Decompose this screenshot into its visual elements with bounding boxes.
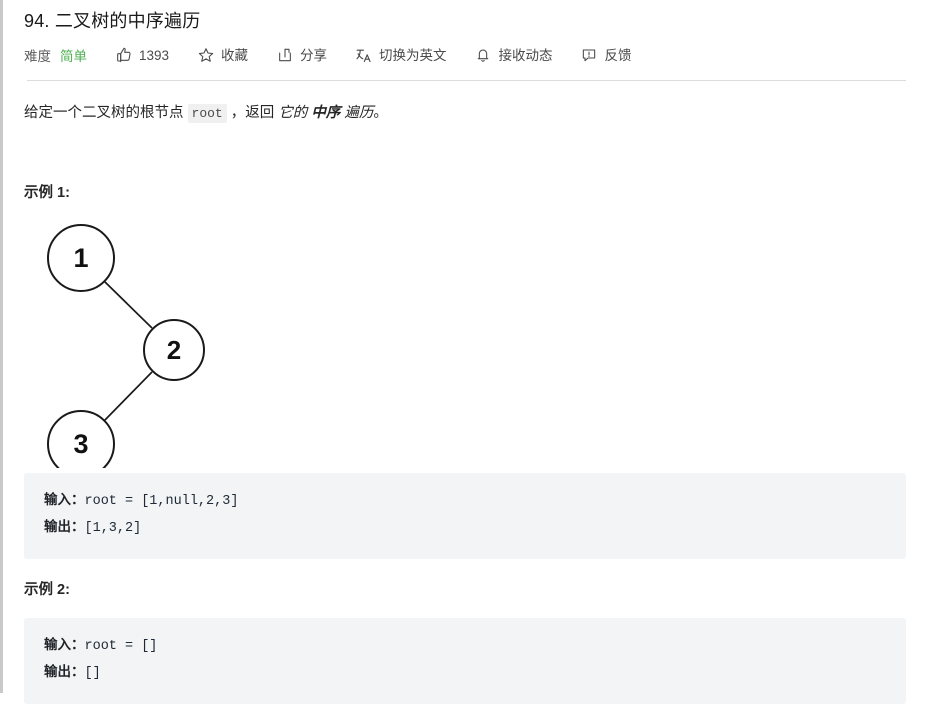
- example-1-input-line: 输入：root = [1,null,2,3]: [44, 487, 886, 514]
- tree-edge-2-3: [103, 371, 153, 422]
- feedback-button[interactable]: 反馈: [581, 47, 632, 64]
- page-title: 94. 二叉树的中序遍历: [24, 11, 201, 31]
- example-2-input-key: 输入：: [44, 637, 85, 652]
- favorite-label: 收藏: [221, 47, 249, 63]
- example-1-input-value: root = [1,null,2,3]: [84, 494, 239, 509]
- description-bold-italic: 中序: [311, 105, 341, 121]
- difficulty-value: 简单: [60, 49, 87, 64]
- example-2-code-block: 输入：root = [] 输出：[]: [24, 618, 906, 704]
- problem-toolbar: 难度 简单 1393 收藏 分享 切换为英文 接收动态 反馈: [24, 38, 906, 72]
- thumbs-up-icon: [115, 47, 132, 64]
- example-1-code-block: 输入：root = [1,null,2,3] 输出：[1,3,2]: [24, 473, 906, 559]
- share-button[interactable]: 分享: [276, 47, 327, 64]
- example-2-output-line: 输出：[]: [44, 659, 886, 686]
- bell-icon: [475, 47, 492, 64]
- translate-button[interactable]: 切换为英文: [355, 47, 447, 64]
- example-1-output-line: 输出：[1,3,2]: [44, 514, 886, 541]
- feedback-icon: [581, 47, 598, 64]
- inline-code-root: root: [187, 104, 227, 123]
- translate-label: 切换为英文: [379, 47, 447, 63]
- subscribe-label: 接收动态: [498, 47, 553, 63]
- example-1-output-value: [1,3,2]: [84, 521, 142, 536]
- example-1-output-key: 输出：: [44, 519, 85, 534]
- star-icon: [197, 47, 214, 64]
- like-count: 1393: [139, 47, 170, 63]
- tree-node-label-1: 1: [73, 243, 88, 273]
- share-icon: [276, 47, 293, 64]
- difficulty-label: 难度: [24, 49, 51, 64]
- share-label: 分享: [300, 47, 328, 63]
- example-1-heading: 示例 1:: [24, 185, 70, 201]
- tree-edge-1-2: [103, 280, 153, 329]
- translate-icon: [355, 47, 372, 64]
- example-2-heading: 示例 2:: [24, 582, 70, 598]
- binary-tree-figure: 1 2 3: [24, 218, 234, 478]
- difficulty-badge: 难度 简单: [24, 45, 87, 65]
- title-row: 94. 二叉树的中序遍历: [24, 0, 906, 34]
- problem-page: 94. 二叉树的中序遍历 难度 简单 1393 收藏 分享 切换为英文 接收动态…: [0, 0, 930, 704]
- example-2-output-value: []: [84, 666, 101, 681]
- example-1-input-key: 输入：: [44, 492, 85, 507]
- description-part-2: ，返回: [230, 105, 275, 121]
- description-italic-2: 遍历: [344, 105, 374, 121]
- problem-content: 94. 二叉树的中序遍历 难度 简单 1393 收藏 分享 切换为英文 接收动态…: [3, 0, 930, 72]
- tree-node-label-2: 2: [167, 335, 181, 365]
- tree-svg: 1 2 3: [47, 224, 205, 478]
- problem-description: 给定一个二叉树的根节点 root ，返回 它的 中序 遍历。: [24, 81, 906, 126]
- feedback-label: 反馈: [604, 47, 632, 63]
- problem-body: 给定一个二叉树的根节点 root ，返回 它的 中序 遍历。 示例 1: 1 2: [3, 81, 930, 704]
- example-2-input-value: root = []: [84, 639, 158, 654]
- description-part-1: 给定一个二叉树的根节点: [24, 105, 184, 121]
- tree-node-label-3: 3: [73, 429, 88, 459]
- description-italic-1: 它的: [278, 105, 308, 121]
- subscribe-button[interactable]: 接收动态: [475, 47, 553, 64]
- like-button[interactable]: 1393: [115, 47, 169, 64]
- description-part-3: 。: [373, 105, 388, 121]
- favorite-button[interactable]: 收藏: [197, 47, 248, 64]
- example-2-output-key: 输出：: [44, 664, 85, 679]
- example-2-input-line: 输入：root = []: [44, 632, 886, 659]
